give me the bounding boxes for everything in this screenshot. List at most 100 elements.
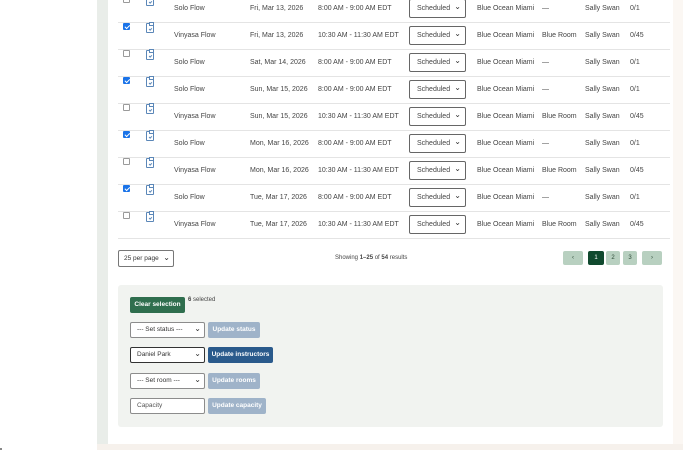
- sessions-table: Solo Flow Fri, Mar 13, 2026 8:00 AM - 9:…: [118, 0, 670, 239]
- per-page-select[interactable]: 25 per page: [118, 250, 174, 267]
- page-2-button[interactable]: 2: [606, 251, 620, 265]
- location-cell: Blue Ocean Miami: [477, 32, 535, 39]
- class-name: Solo Flow: [174, 194, 205, 201]
- location-cell: Blue Ocean Miami: [477, 113, 535, 120]
- class-name: Solo Flow: [174, 86, 205, 93]
- class-date: Fri, Mar 13, 2026: [250, 5, 304, 12]
- class-date: Mon, Mar 16, 2026: [250, 167, 309, 174]
- table-row: Solo Flow Sat, Mar 14, 2026 8:00 AM - 9:…: [118, 49, 670, 77]
- status-bulk-select[interactable]: --- Set status ---: [130, 322, 205, 338]
- instructor-cell: Sally Swan: [585, 32, 620, 39]
- page-3-button[interactable]: 3: [623, 251, 637, 265]
- room-cell: Blue Room: [542, 113, 577, 120]
- status-select[interactable]: Scheduled: [409, 107, 466, 126]
- instructor-cell: Sally Swan: [585, 5, 620, 12]
- table-row: Solo Flow Mon, Mar 16, 2026 8:00 AM - 9:…: [118, 130, 670, 158]
- capacity-input[interactable]: Capacity: [130, 398, 205, 414]
- clipboard-check-icon[interactable]: [146, 49, 154, 60]
- status-select[interactable]: Scheduled: [409, 134, 466, 153]
- chevron-left-icon: ‹: [572, 255, 574, 261]
- capacity-cell: 0/45: [630, 221, 644, 228]
- room-bulk-select[interactable]: --- Set room ---: [130, 373, 205, 389]
- class-name: Vinyasa Flow: [174, 113, 216, 120]
- class-time: 10:30 AM - 11:30 AM EDT: [318, 221, 399, 228]
- clipboard-check-icon[interactable]: [146, 76, 154, 87]
- capacity-cell: 0/45: [630, 32, 644, 39]
- table-row: Solo Flow Fri, Mar 13, 2026 8:00 AM - 9:…: [118, 0, 670, 23]
- status-select[interactable]: Scheduled: [409, 26, 466, 45]
- capacity-cell: 0/45: [630, 167, 644, 174]
- clipboard-check-icon[interactable]: [146, 0, 154, 6]
- update-capacity-button[interactable]: Update capacity: [208, 398, 266, 414]
- table-row: Solo Flow Sun, Mar 15, 2026 8:00 AM - 9:…: [118, 76, 670, 104]
- table-row: Vinyasa Flow Sun, Mar 15, 2026 10:30 AM …: [118, 103, 670, 131]
- capacity-cell: 0/1: [630, 5, 640, 12]
- class-time: 8:00 AM - 9:00 AM EDT: [318, 59, 392, 66]
- row-checkbox[interactable]: [123, 0, 130, 3]
- class-name: Solo Flow: [174, 5, 205, 12]
- clipboard-check-icon[interactable]: [146, 211, 154, 222]
- clipboard-check-icon[interactable]: [146, 103, 154, 114]
- row-checkbox[interactable]: [123, 50, 130, 57]
- room-cell: —: [542, 140, 549, 147]
- instructor-cell: Sally Swan: [585, 194, 620, 201]
- update-status-button[interactable]: Update status: [208, 322, 260, 338]
- instructor-cell: Sally Swan: [585, 86, 620, 93]
- clear-selection-button[interactable]: Clear selection: [130, 297, 185, 313]
- location-cell: Blue Ocean Miami: [477, 59, 535, 66]
- room-cell: —: [542, 5, 549, 12]
- row-checkbox[interactable]: [123, 185, 130, 192]
- capacity-cell: 0/1: [630, 194, 640, 201]
- row-checkbox[interactable]: [123, 158, 130, 165]
- status-select[interactable]: Scheduled: [409, 0, 466, 18]
- row-checkbox[interactable]: [123, 104, 130, 111]
- row-checkbox[interactable]: [123, 131, 130, 138]
- page-1-button[interactable]: 1: [588, 251, 604, 265]
- clipboard-check-icon[interactable]: [146, 130, 154, 141]
- capacity-cell: 0/1: [630, 59, 640, 66]
- update-rooms-button[interactable]: Update rooms: [208, 373, 260, 389]
- room-cell: —: [542, 194, 549, 201]
- instructor-cell: Sally Swan: [585, 140, 620, 147]
- clipboard-check-icon[interactable]: [146, 184, 154, 195]
- row-checkbox[interactable]: [123, 23, 130, 30]
- class-time: 8:00 AM - 9:00 AM EDT: [318, 194, 392, 201]
- class-name: Solo Flow: [174, 59, 205, 66]
- class-date: Sat, Mar 14, 2026: [250, 59, 306, 66]
- room-cell: —: [542, 86, 549, 93]
- table-row: Solo Flow Tue, Mar 17, 2026 8:00 AM - 9:…: [118, 184, 670, 212]
- class-date: Sun, Mar 15, 2026: [250, 86, 308, 93]
- next-page-button[interactable]: ›: [642, 251, 662, 265]
- class-time: 8:00 AM - 9:00 AM EDT: [318, 140, 392, 147]
- instructor-cell: Sally Swan: [585, 221, 620, 228]
- location-cell: Blue Ocean Miami: [477, 140, 535, 147]
- showing-suffix: results: [388, 255, 408, 261]
- update-instructors-button[interactable]: Update instructors: [208, 347, 273, 363]
- room-cell: Blue Room: [542, 221, 577, 228]
- table-row: Vinyasa Flow Mon, Mar 16, 2026 10:30 AM …: [118, 157, 670, 185]
- instructor-bulk-select[interactable]: Daniel Park: [130, 347, 205, 363]
- class-name: Vinyasa Flow: [174, 32, 216, 39]
- status-select[interactable]: Scheduled: [409, 80, 466, 99]
- location-cell: Blue Ocean Miami: [477, 221, 535, 228]
- class-date: Mon, Mar 16, 2026: [250, 140, 309, 147]
- instructor-cell: Sally Swan: [585, 59, 620, 66]
- status-select[interactable]: Scheduled: [409, 53, 466, 72]
- bottom-gutter: [97, 444, 683, 450]
- room-cell: Blue Room: [542, 32, 577, 39]
- status-select[interactable]: Scheduled: [409, 161, 466, 180]
- selected-count: 6 selected: [188, 297, 215, 303]
- showing-prefix: Showing: [335, 255, 360, 261]
- prev-page-button[interactable]: ‹: [563, 251, 583, 265]
- status-select[interactable]: Scheduled: [409, 215, 466, 234]
- class-name: Solo Flow: [174, 140, 205, 147]
- row-checkbox[interactable]: [123, 77, 130, 84]
- capacity-cell: 0/1: [630, 140, 640, 147]
- class-date: Tue, Mar 17, 2026: [250, 194, 307, 201]
- status-select[interactable]: Scheduled: [409, 188, 466, 207]
- row-checkbox[interactable]: [123, 212, 130, 219]
- results-summary: Showing 1–25 of 54 results: [335, 255, 407, 261]
- clipboard-check-icon[interactable]: [146, 22, 154, 33]
- showing-range: 1–25: [359, 255, 374, 261]
- clipboard-check-icon[interactable]: [146, 157, 154, 168]
